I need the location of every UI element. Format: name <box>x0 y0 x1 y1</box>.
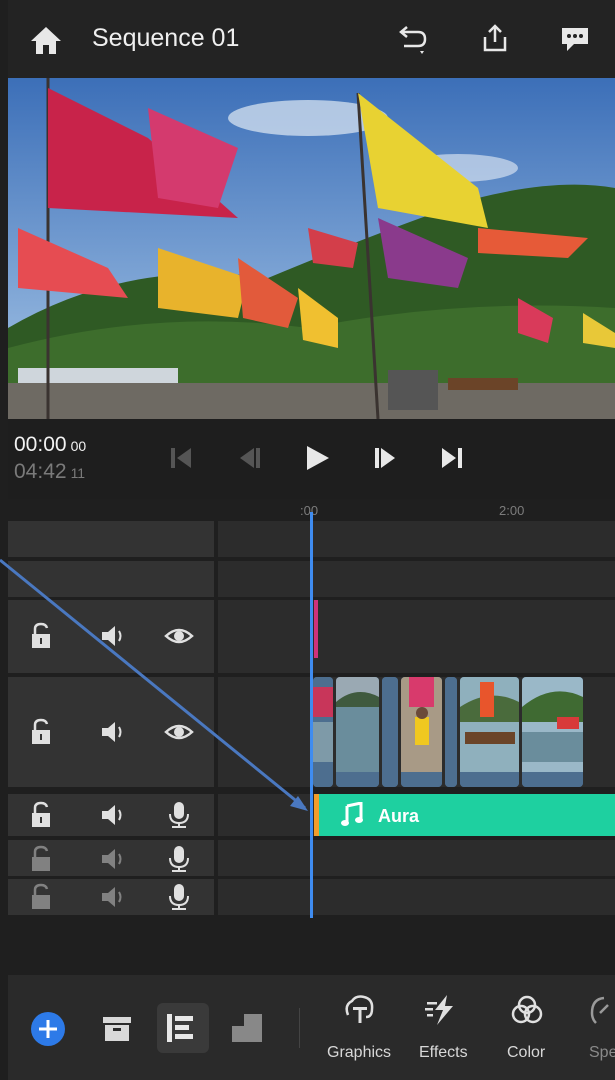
toolbar-divider <box>299 1008 300 1048</box>
video-clip-thumbnail[interactable] <box>445 677 457 787</box>
microphone-icon[interactable] <box>164 844 194 874</box>
color-icon[interactable] <box>510 993 544 1027</box>
speaker-icon[interactable] <box>98 844 128 874</box>
total-time: 04:42 <box>14 460 67 483</box>
video-clip-thumbnail[interactable] <box>382 677 398 787</box>
share-icon[interactable] <box>478 22 512 56</box>
music-note-icon <box>341 802 363 826</box>
bottom-toolbar <box>8 975 615 1080</box>
current-frames: 00 <box>70 438 87 454</box>
play-icon[interactable] <box>301 442 333 474</box>
audio-clip-label: Aura <box>378 806 420 826</box>
step-forward-icon[interactable] <box>369 442 401 474</box>
home-icon[interactable] <box>28 24 64 56</box>
tool-label-color[interactable]: Color <box>507 1044 545 1062</box>
tool-label-effects[interactable]: Effects <box>419 1044 468 1062</box>
ruler-label-2min: 2:00 <box>499 503 525 518</box>
add-button[interactable] <box>30 1011 66 1047</box>
step-back-icon[interactable] <box>234 442 266 474</box>
video-clip-thumbnail[interactable] <box>460 677 519 787</box>
effects-icon[interactable] <box>425 993 461 1027</box>
total-frames: 11 <box>70 465 86 481</box>
comment-icon[interactable] <box>558 22 592 56</box>
total-duration: 04:42 11 <box>14 460 85 484</box>
video-clip-thumbnail[interactable] <box>336 677 379 787</box>
sequence-title[interactable]: Sequence 01 <box>92 24 239 53</box>
go-to-end-icon[interactable] <box>436 442 468 474</box>
graphics-icon[interactable] <box>342 993 376 1027</box>
speed-icon[interactable] <box>590 993 615 1027</box>
tool-label-speed[interactable]: Spe <box>589 1044 615 1062</box>
track-lane-audio-2[interactable] <box>218 840 615 876</box>
annotation-arrow <box>0 558 308 811</box>
current-time: 00:00 <box>14 433 67 456</box>
lock-icon[interactable] <box>27 844 57 874</box>
microphone-icon[interactable] <box>164 882 194 912</box>
archive-icon[interactable] <box>101 1014 133 1044</box>
track-lane-audio-3[interactable] <box>218 879 615 915</box>
layers-icon[interactable] <box>230 1012 264 1044</box>
tool-label-graphics[interactable]: Graphics <box>327 1044 391 1062</box>
video-clip-thumbnail[interactable] <box>401 677 442 787</box>
timeline-view-icon[interactable] <box>165 1012 199 1044</box>
lock-icon[interactable] <box>27 882 57 912</box>
go-to-start-icon[interactable] <box>165 442 197 474</box>
video-clip-thumbnail[interactable] <box>522 677 583 787</box>
current-timecode: 00:00 00 <box>14 433 86 457</box>
video-preview[interactable] <box>8 78 615 419</box>
speaker-icon[interactable] <box>98 882 128 912</box>
undo-icon[interactable] <box>394 22 428 56</box>
